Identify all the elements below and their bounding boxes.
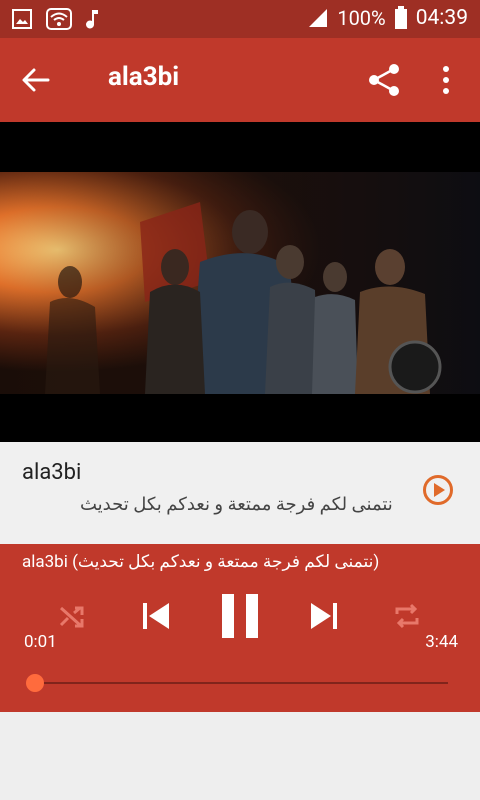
player-bar: ala3bi (نتمنى لكم فرجة ممتعة و نعدكم بكل…: [0, 544, 480, 712]
shuffle-icon[interactable]: [58, 602, 86, 630]
more-vert-icon[interactable]: [434, 64, 458, 96]
wifi-icon: [46, 8, 72, 30]
now-playing-text: ala3bi (نتمنى لكم فرجة ممتعة و نعدكم بكل…: [22, 552, 380, 572]
app-bar: ala3bi: [0, 38, 480, 122]
seek-bar[interactable]: [34, 682, 448, 684]
play-circle-icon[interactable]: [422, 474, 454, 506]
battery-icon: [394, 6, 407, 29]
song-title: ala3bi: [22, 460, 82, 485]
repeat-icon[interactable]: [393, 602, 421, 630]
video-frame: [0, 172, 480, 394]
song-card[interactable]: ala3bi نتمنى لكم فرجة ممتعة و نعدكم بكل …: [0, 442, 480, 544]
empty-area: [0, 712, 480, 800]
app-title: ala3bi: [108, 62, 180, 92]
skip-next-icon[interactable]: [308, 600, 340, 632]
seek-thumb[interactable]: [26, 674, 44, 692]
song-subtitle: نتمنى لكم فرجة ممتعة و نعدكم بكل تحديث: [80, 494, 393, 515]
duration-time: 3:44: [425, 632, 458, 652]
clock: 04:39: [415, 6, 468, 30]
status-bar: 100% 04:39: [0, 0, 480, 38]
share-icon[interactable]: [366, 62, 402, 98]
video-player[interactable]: [0, 122, 480, 442]
battery-percent: 100%: [337, 6, 386, 30]
image-icon: [12, 9, 32, 29]
signal-icon: [309, 9, 328, 27]
pause-icon[interactable]: [220, 594, 260, 638]
elapsed-time: 0:01: [24, 632, 57, 652]
skip-previous-icon[interactable]: [140, 600, 172, 632]
music-note-icon: [86, 10, 98, 29]
back-arrow-icon[interactable]: [20, 64, 52, 96]
